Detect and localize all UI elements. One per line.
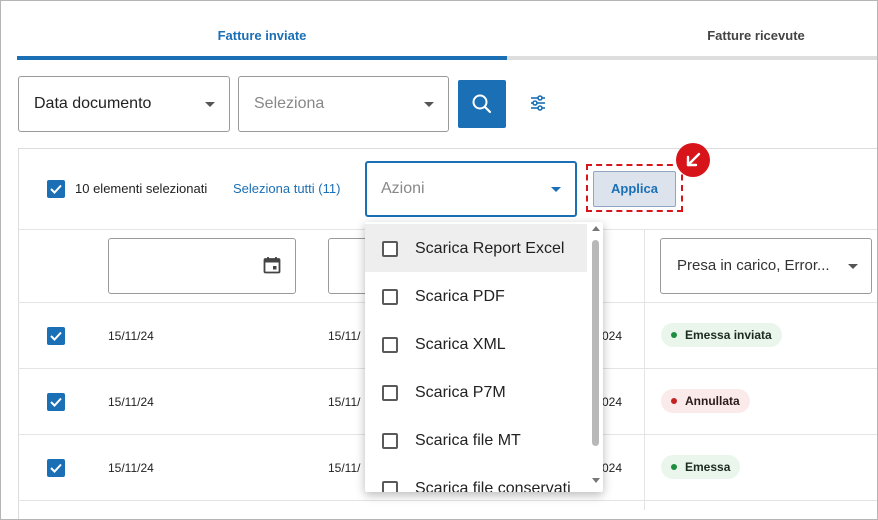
option-label: Scarica Report Excel bbox=[415, 240, 565, 257]
active-tab-indicator bbox=[17, 56, 507, 60]
chevron-down-icon bbox=[424, 102, 434, 107]
option-checkbox[interactable] bbox=[382, 433, 398, 449]
actions-select[interactable]: Azioni bbox=[365, 161, 577, 217]
menu-item-scarica-file-mt[interactable]: Scarica file MT bbox=[365, 416, 587, 464]
search-button[interactable] bbox=[458, 80, 506, 128]
option-label: Scarica file conservati bbox=[415, 480, 571, 492]
third-date: 024 bbox=[602, 329, 623, 343]
select-all-link[interactable]: Seleziona tutti (11) bbox=[233, 181, 340, 196]
option-label: Scarica P7M bbox=[415, 384, 506, 401]
status-label: Emessa bbox=[685, 460, 731, 474]
option-label: Scarica PDF bbox=[415, 288, 505, 305]
document-date: 15/11/24 bbox=[108, 461, 154, 475]
option-label: Scarica file MT bbox=[415, 432, 521, 449]
tab-fatture-inviate[interactable]: Fatture inviate bbox=[17, 19, 507, 59]
selected-count-label: 10 elementi selezionati bbox=[75, 181, 208, 196]
actions-placeholder: Azioni bbox=[381, 180, 425, 197]
pointer-badge bbox=[676, 143, 710, 177]
status-filter-value: Presa in carico, Error... bbox=[677, 257, 830, 274]
status-badge: Annullata bbox=[661, 389, 750, 413]
second-date: 15/11/ bbox=[328, 461, 361, 475]
date-type-select[interactable]: Data documento bbox=[18, 76, 230, 132]
second-date: 15/11/ bbox=[328, 395, 361, 409]
status-badge: Emessa inviata bbox=[661, 323, 782, 347]
scroll-up-arrow-icon[interactable] bbox=[592, 226, 600, 231]
menu-item-scarica-pdf[interactable]: Scarica PDF bbox=[365, 272, 587, 320]
search-icon bbox=[472, 94, 492, 114]
option-checkbox[interactable] bbox=[382, 337, 398, 353]
row-checkbox[interactable] bbox=[47, 393, 65, 411]
value-select-placeholder: Seleziona bbox=[254, 95, 325, 112]
option-checkbox[interactable] bbox=[382, 289, 398, 305]
calendar-icon[interactable] bbox=[263, 256, 281, 274]
date-type-value: Data documento bbox=[34, 95, 152, 112]
third-date: 024 bbox=[602, 461, 623, 475]
menu-item-scarica-p7m[interactable]: Scarica P7M bbox=[365, 368, 587, 416]
third-date: 024 bbox=[602, 395, 623, 409]
tab-divider bbox=[507, 56, 877, 60]
arrow-down-left-icon bbox=[686, 152, 701, 167]
status-badge: Emessa bbox=[661, 455, 741, 479]
actions-dropdown-menu: Scarica Report Excel Scarica PDF Scarica… bbox=[365, 222, 603, 492]
second-date: 15/11/ bbox=[328, 329, 361, 343]
chevron-down-icon bbox=[551, 187, 561, 192]
status-dot bbox=[671, 332, 677, 338]
check-icon bbox=[50, 184, 62, 194]
menu-item-scarica-report-excel[interactable]: Scarica Report Excel bbox=[365, 224, 587, 272]
app-window: Fatture inviate Fatture ricevute Data do… bbox=[0, 0, 878, 520]
row-checkbox[interactable] bbox=[47, 327, 65, 345]
option-checkbox[interactable] bbox=[382, 385, 398, 401]
option-label: Scarica XML bbox=[415, 336, 506, 353]
sliders-icon bbox=[531, 95, 545, 111]
document-date: 15/11/24 bbox=[108, 329, 154, 343]
option-checkbox[interactable] bbox=[382, 481, 398, 492]
option-checkbox[interactable] bbox=[382, 241, 398, 257]
status-label: Annullata bbox=[685, 394, 740, 408]
check-icon bbox=[50, 331, 62, 341]
check-icon bbox=[50, 463, 62, 473]
check-icon bbox=[50, 397, 62, 407]
status-dot bbox=[671, 464, 677, 470]
row-checkbox[interactable] bbox=[47, 459, 65, 477]
menu-item-scarica-xml[interactable]: Scarica XML bbox=[365, 320, 587, 368]
table-divider bbox=[18, 500, 877, 501]
status-dot bbox=[671, 398, 677, 404]
column-divider bbox=[644, 230, 645, 510]
menu-item-scarica-file-conservati[interactable]: Scarica file conservati bbox=[365, 464, 587, 492]
scroll-down-arrow-icon[interactable] bbox=[592, 478, 600, 483]
chevron-down-icon bbox=[848, 264, 858, 269]
scrollbar-thumb[interactable] bbox=[592, 240, 599, 446]
chevron-down-icon bbox=[205, 102, 215, 107]
status-label: Emessa inviata bbox=[685, 328, 772, 342]
select-all-checkbox[interactable] bbox=[47, 180, 65, 198]
tab-fatture-ricevute[interactable]: Fatture ricevute bbox=[507, 19, 877, 59]
value-select[interactable]: Seleziona bbox=[238, 76, 449, 132]
advanced-filters-button[interactable] bbox=[528, 93, 548, 113]
document-date: 15/11/24 bbox=[108, 395, 154, 409]
status-filter-select[interactable]: Presa in carico, Error... bbox=[660, 238, 872, 294]
apply-button[interactable]: Applica bbox=[593, 171, 676, 207]
